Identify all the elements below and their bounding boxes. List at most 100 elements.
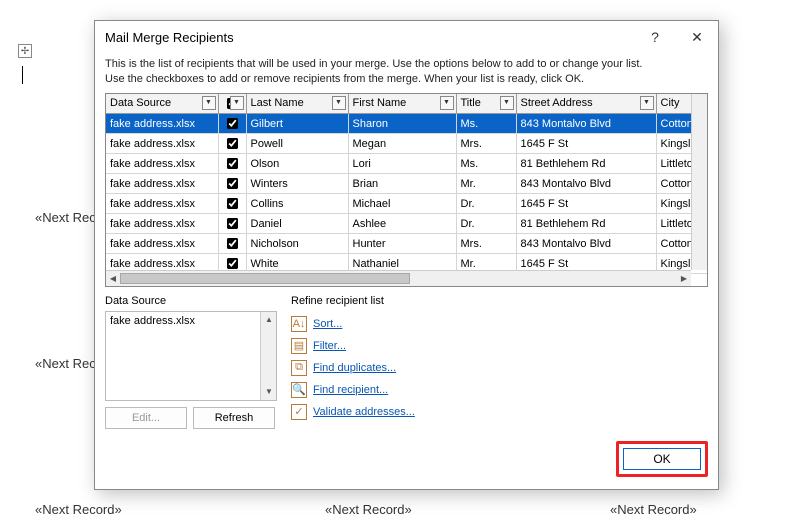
cell-street: 1645 F St — [516, 134, 656, 154]
cell-street: 81 Bethlehem Rd — [516, 154, 656, 174]
dropdown-icon[interactable]: ▼ — [202, 96, 216, 110]
cell-last-name: Gilbert — [246, 114, 348, 134]
dialog-titlebar[interactable]: Mail Merge Recipients ? ✕ — [95, 21, 718, 53]
cell-first-name: Megan — [348, 134, 456, 154]
dropdown-icon[interactable]: ▼ — [440, 96, 454, 110]
cell-street: 843 Montalvo Blvd — [516, 234, 656, 254]
scroll-thumb[interactable] — [120, 273, 410, 284]
scroll-right-icon[interactable]: ▶ — [677, 271, 691, 286]
cell-street: 1645 F St — [516, 194, 656, 214]
table-row[interactable]: fake address.xlsxWintersBrianMr.843 Mont… — [106, 174, 708, 194]
scroll-left-icon[interactable]: ◀ — [106, 271, 120, 286]
col-last-name[interactable]: Last Name▼ — [246, 94, 348, 114]
cell-data-source: fake address.xlsx — [106, 154, 218, 174]
col-data-source[interactable]: Data Source▼ — [106, 94, 218, 114]
sort-icon: A↓ — [291, 316, 307, 332]
cell-first-name: Lori — [348, 154, 456, 174]
cell-first-name: Ashlee — [348, 214, 456, 234]
table-row[interactable]: fake address.xlsx GilbertSharonMs.843 Mon… — [106, 114, 708, 134]
duplicates-icon: ⧉ — [291, 360, 307, 376]
validate-addresses-link[interactable]: Validate addresses... — [313, 406, 415, 418]
anchor-icon: ✢ — [18, 44, 32, 58]
cell-title: Mrs. — [456, 134, 516, 154]
cell-first-name: Hunter — [348, 234, 456, 254]
ok-button[interactable]: OK — [623, 448, 701, 470]
cell-first-name: Sharon — [348, 114, 456, 134]
edit-button[interactable]: Edit... — [105, 407, 187, 429]
cell-street: 843 Montalvo Blvd — [516, 114, 656, 134]
cell-data-source: fake address.xlsx — [106, 194, 218, 214]
ok-highlight: OK — [616, 441, 708, 477]
close-button[interactable]: ✕ — [676, 21, 718, 53]
col-include[interactable]: ▼ — [218, 94, 246, 114]
data-source-legend: Data Source — [105, 295, 277, 307]
filter-link[interactable]: Filter... — [313, 340, 346, 352]
cell-first-name: Brian — [348, 174, 456, 194]
dropdown-icon[interactable]: ▼ — [500, 96, 514, 110]
cell-first-name: Michael — [348, 194, 456, 214]
cell-last-name: Powell — [246, 134, 348, 154]
next-record-field: «Next Record» — [325, 502, 412, 517]
row-checkbox[interactable] — [227, 258, 238, 269]
cell-data-source: fake address.xlsx — [106, 214, 218, 234]
refresh-button[interactable]: Refresh — [193, 407, 275, 429]
col-first-name[interactable]: First Name▼ — [348, 94, 456, 114]
table-row[interactable]: fake address.xlsx NicholsonHunterMrs.843 … — [106, 234, 708, 254]
dropdown-icon[interactable]: ▼ — [230, 96, 244, 110]
data-source-item[interactable]: fake address.xlsx — [110, 315, 195, 327]
cell-last-name: Winters — [246, 174, 348, 194]
recipient-grid[interactable]: Data Source▼ ▼ Last Name▼ First Name▼ Ti… — [105, 93, 708, 287]
text-cursor — [22, 66, 23, 84]
next-record-field: «Next Record» — [35, 502, 122, 517]
data-source-section: Data Source fake address.xlsx ▲ ▼ Edit..… — [105, 295, 277, 429]
list-scrollbar[interactable]: ▲ ▼ — [260, 312, 276, 400]
dropdown-icon[interactable]: ▼ — [332, 96, 346, 110]
dialog-title: Mail Merge Recipients — [105, 30, 634, 45]
row-checkbox[interactable] — [227, 138, 238, 149]
validate-icon: ✓ — [291, 404, 307, 420]
refine-section: Refine recipient list A↓ Sort... ▤ Filter.… — [291, 295, 415, 429]
cell-street: 81 Bethlehem Rd — [516, 214, 656, 234]
sort-link[interactable]: Sort... — [313, 318, 342, 330]
row-checkbox[interactable] — [227, 178, 238, 189]
horizontal-scrollbar[interactable]: ◀ ▶ — [106, 270, 691, 286]
row-checkbox[interactable] — [227, 118, 238, 129]
table-row[interactable]: fake address.xlsxPowellMeganMrs.1645 F S… — [106, 134, 708, 154]
filter-icon: ▤ — [291, 338, 307, 354]
cell-last-name: Nicholson — [246, 234, 348, 254]
mail-merge-recipients-dialog: Mail Merge Recipients ? ✕ This is the li… — [94, 20, 719, 490]
cell-last-name: Olson — [246, 154, 348, 174]
table-row[interactable]: fake address.xlsx CollinsMichaelDr.1645 F… — [106, 194, 708, 214]
cell-title: Ms. — [456, 154, 516, 174]
row-checkbox[interactable] — [227, 198, 238, 209]
help-button[interactable]: ? — [634, 21, 676, 53]
col-street[interactable]: Street Address▼ — [516, 94, 656, 114]
cell-data-source: fake address.xlsx — [106, 114, 218, 134]
row-checkbox[interactable] — [227, 158, 238, 169]
table-row[interactable]: fake address.xlsx DanielAshleeDr.81 Bethl… — [106, 214, 708, 234]
col-title[interactable]: Title▼ — [456, 94, 516, 114]
cell-data-source: fake address.xlsx — [106, 174, 218, 194]
cell-data-source: fake address.xlsx — [106, 234, 218, 254]
scroll-up-icon[interactable]: ▲ — [261, 312, 277, 328]
cell-title: Dr. — [456, 214, 516, 234]
cell-last-name: Daniel — [246, 214, 348, 234]
row-checkbox[interactable] — [227, 238, 238, 249]
cell-title: Mr. — [456, 174, 516, 194]
vertical-scrollbar[interactable] — [691, 94, 707, 270]
row-checkbox[interactable] — [227, 218, 238, 229]
next-record-field: «Next Record» — [610, 502, 697, 517]
dialog-instructions: This is the list of recipients that will… — [105, 57, 708, 87]
find-icon: 🔍 — [291, 382, 307, 398]
cell-last-name: Collins — [246, 194, 348, 214]
find-duplicates-link[interactable]: Find duplicates... — [313, 362, 396, 374]
scroll-down-icon[interactable]: ▼ — [261, 384, 277, 400]
find-recipient-link[interactable]: Find recipient... — [313, 384, 388, 396]
cell-title: Ms. — [456, 114, 516, 134]
cell-title: Mrs. — [456, 234, 516, 254]
refine-legend: Refine recipient list — [291, 295, 415, 307]
cell-title: Dr. — [456, 194, 516, 214]
dropdown-icon[interactable]: ▼ — [640, 96, 654, 110]
table-row[interactable]: fake address.xlsx OlsonLoriMs.81 Bethlehe… — [106, 154, 708, 174]
data-source-list[interactable]: fake address.xlsx ▲ ▼ — [105, 311, 277, 401]
